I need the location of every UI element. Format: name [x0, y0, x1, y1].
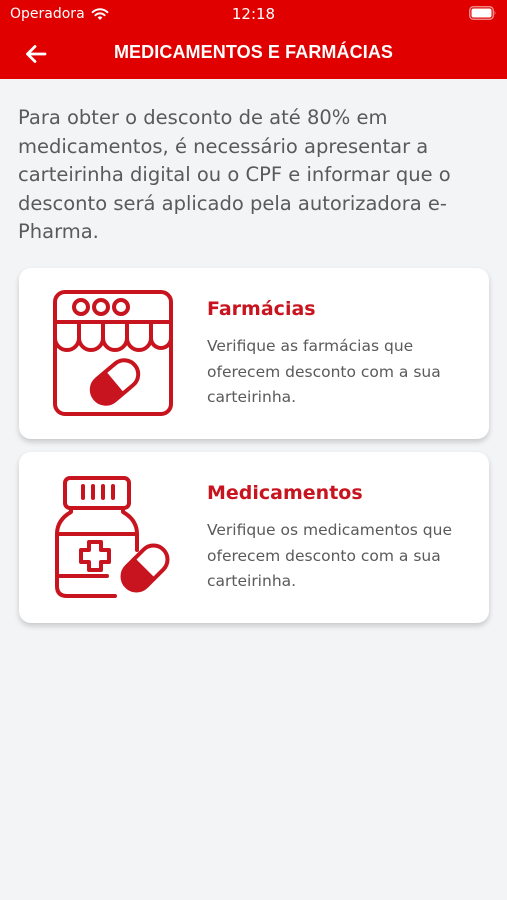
pharmacy-store-icon — [49, 288, 179, 418]
medicines-card-title: Medicamentos — [207, 482, 363, 504]
status-bar: Operadora 12:18 — [0, 0, 507, 28]
status-time: 12:18 — [231, 5, 276, 23]
medicine-bottle-icon — [49, 472, 179, 602]
page-title: MEDICAMENTOS E FARMÁCIAS — [113, 42, 394, 62]
battery-icon — [469, 6, 497, 24]
medicines-card-description: Verifique os medicamentos que oferecem d… — [207, 521, 453, 590]
medicines-card[interactable]: Medicamentos Verifique os medicamentos q… — [19, 452, 489, 623]
arrow-left-icon — [26, 45, 47, 63]
pharmacies-card-title: Farmácias — [207, 298, 316, 320]
back-button[interactable] — [20, 38, 52, 70]
navigation-bar: MEDICAMENTOS E FARMÁCIAS — [0, 30, 507, 76]
pharmacies-card[interactable]: Farmácias Verifique as farmácias que ofe… — [19, 268, 489, 439]
app-header: Operadora 12:18 MEDICAMENTOS E FARMÁCIAS — [0, 0, 507, 79]
pharmacies-card-description: Verifique as farmácias que oferecem desc… — [207, 337, 441, 406]
intro-text: Para obter o desconto de até 80% em medi… — [18, 106, 451, 243]
